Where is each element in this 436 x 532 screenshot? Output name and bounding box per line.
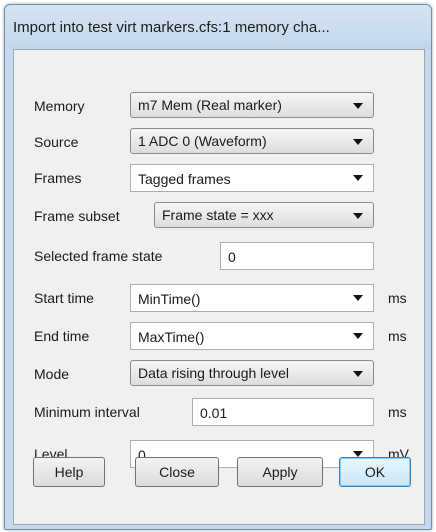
start-time-value: MinTime() — [138, 291, 201, 307]
frame-subset-label: Frame subset — [34, 208, 120, 224]
source-value: 1 ADC 0 (Waveform) — [138, 133, 267, 149]
title-bar[interactable]: Import into test virt markers.cfs:1 memo… — [5, 5, 431, 49]
frame-subset-value: Frame state = xxx — [162, 207, 274, 223]
end-time-combo[interactable]: MaxTime() — [130, 322, 374, 350]
chevron-down-icon — [353, 213, 363, 219]
selected-frame-state-label: Selected frame state — [34, 248, 163, 264]
memory-select[interactable]: m7 Mem (Real marker) — [130, 92, 374, 118]
minimum-interval-value: 0.01 — [200, 405, 228, 421]
chevron-down-icon — [353, 333, 363, 339]
window-title: Import into test virt markers.cfs:1 memo… — [13, 19, 330, 36]
chevron-down-icon — [353, 295, 363, 301]
source-label: Source — [34, 134, 79, 150]
end-time-unit: ms — [388, 328, 407, 344]
apply-button[interactable]: Apply — [237, 457, 323, 487]
mode-value: Data rising through level — [138, 365, 289, 381]
mode-label: Mode — [34, 366, 70, 382]
chevron-down-icon — [353, 371, 363, 377]
memory-value: m7 Mem (Real marker) — [138, 97, 282, 113]
minimum-interval-input[interactable]: 0.01 — [192, 398, 374, 426]
chevron-down-icon — [353, 103, 363, 109]
memory-label: Memory — [34, 98, 85, 114]
end-time-value: MaxTime() — [138, 329, 205, 345]
start-time-unit: ms — [388, 290, 407, 306]
mode-select[interactable]: Data rising through level — [130, 360, 374, 386]
frames-select[interactable]: Tagged frames — [130, 164, 374, 192]
dialog-body: Memory m7 Mem (Real marker) Source 1 ADC… — [13, 49, 425, 525]
frames-value: Tagged frames — [138, 171, 231, 187]
ok-button[interactable]: OK — [339, 457, 411, 487]
frames-label: Frames — [34, 170, 82, 186]
source-select[interactable]: 1 ADC 0 (Waveform) — [130, 128, 374, 154]
minimum-interval-label: Minimum interval — [34, 404, 140, 420]
close-button[interactable]: Close — [135, 457, 219, 487]
import-dialog: Import into test virt markers.cfs:1 memo… — [4, 4, 432, 530]
selected-frame-state-input[interactable]: 0 — [220, 242, 374, 270]
start-time-combo[interactable]: MinTime() — [130, 284, 374, 312]
frame-subset-select[interactable]: Frame state = xxx — [154, 202, 374, 228]
selected-frame-state-value: 0 — [228, 249, 236, 265]
end-time-label: End time — [34, 328, 90, 344]
chevron-down-icon — [353, 175, 363, 181]
help-button[interactable]: Help — [33, 457, 105, 487]
minimum-interval-unit: ms — [388, 404, 407, 420]
chevron-down-icon — [353, 139, 363, 145]
start-time-label: Start time — [34, 290, 94, 306]
